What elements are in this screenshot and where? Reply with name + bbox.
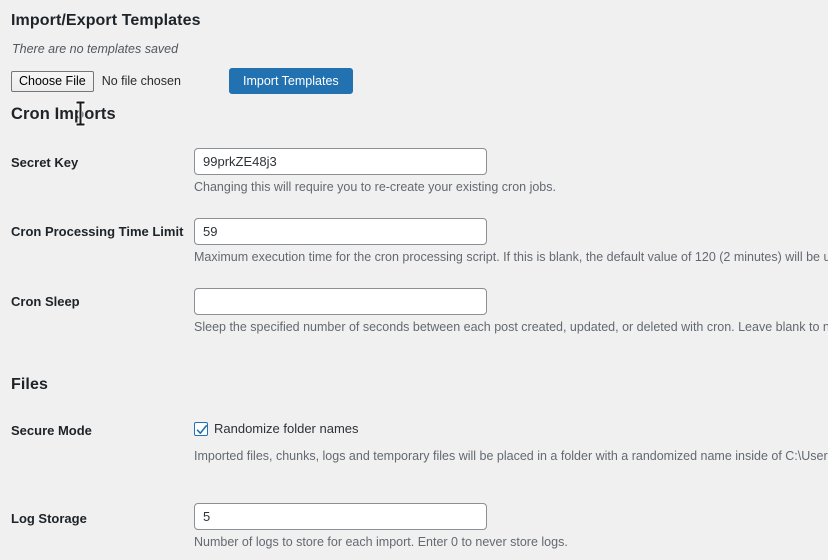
randomize-folder-names-label: Randomize folder names [214, 421, 359, 436]
settings-page: Import/Export Templates There are no tem… [0, 0, 828, 560]
cron-imports-heading: Cron Imports [11, 105, 116, 123]
file-chosen-status: No file chosen [101, 74, 181, 88]
secret-key-input[interactable] [194, 148, 487, 175]
files-heading: Files [11, 376, 48, 393]
randomize-folder-names-row[interactable]: Randomize folder names [194, 421, 359, 436]
choose-file-button[interactable]: Choose File [11, 70, 94, 92]
template-file-picker[interactable]: Choose File No file chosen [11, 70, 181, 92]
checkmark-icon [196, 424, 208, 434]
log-storage-input[interactable] [194, 503, 487, 530]
cron-processing-time-limit-input[interactable] [194, 218, 487, 245]
cron-processing-time-limit-help: Maximum execution time for the cron proc… [194, 250, 828, 264]
secure-mode-help: Imported files, chunks, logs and tempora… [194, 449, 828, 463]
import-export-templates-heading: Import/Export Templates [11, 12, 201, 29]
log-storage-help: Number of logs to store for each import.… [194, 535, 568, 549]
cron-sleep-help: Sleep the specified number of seconds be… [194, 320, 828, 334]
cron-sleep-input[interactable] [194, 288, 487, 315]
cron-sleep-label: Cron Sleep [11, 294, 80, 309]
randomize-folder-names-checkbox[interactable] [194, 421, 208, 436]
log-storage-label: Log Storage [11, 511, 87, 526]
secret-key-label: Secret Key [11, 155, 79, 170]
secure-mode-label: Secure Mode [11, 423, 92, 438]
import-templates-button[interactable]: Import Templates [229, 68, 353, 94]
cron-processing-time-limit-label: Cron Processing Time Limit [11, 224, 184, 239]
no-templates-note: There are no templates saved [12, 42, 179, 56]
secret-key-help: Changing this will require you to re-cre… [194, 180, 556, 194]
